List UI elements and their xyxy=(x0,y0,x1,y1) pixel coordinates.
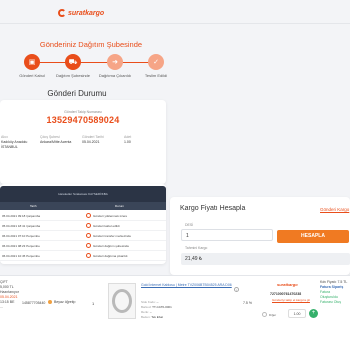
plus-icon[interactable]: + xyxy=(309,309,318,318)
tracking-panel: Gönderi Takip Numarası 13529470589024 Al… xyxy=(0,100,166,184)
cargo-tracking-code: 7271000761470238 xyxy=(270,292,302,296)
meta-key: Beden: xyxy=(141,315,151,319)
movement-status: Gönderi dağıtım şubesinde xyxy=(93,244,130,248)
movement-date: 06.04.2021 08:23 Perşembe xyxy=(2,244,40,248)
tracking-number-label: Gönderi Takip Numarası xyxy=(64,110,102,114)
order-summary: ÇIFT 5,000 TL Hazırlanıyor 05.04.2021 13… xyxy=(0,280,19,310)
table-row: 06.04.2021 08:23 Perşembe Gönderi dağıtı… xyxy=(0,241,166,251)
status-title: Gönderi Durumu xyxy=(47,89,107,98)
check-icon: ✓ xyxy=(148,54,164,70)
info-value: 1.00 xyxy=(124,140,131,144)
calculator-link[interactable]: Gönderi Kargo xyxy=(320,207,349,212)
info-origin: Çıkış Şubesi Ankara/Mitte Acenta xyxy=(40,135,71,145)
step-out-for-delivery: ➜ Dağıtıma Çıkarıldı xyxy=(95,54,135,78)
cable-coil-icon xyxy=(112,289,132,313)
result-label: Tahmini Kargo xyxy=(185,246,208,250)
cargo-brand-logo: suratkargo xyxy=(277,282,298,287)
order-quantity: 1 xyxy=(92,301,95,306)
info-recipient: Alıcı Kadıköy Anadolu İSTANBUL xyxy=(1,135,27,150)
truck-icon: ⛟ xyxy=(65,54,81,70)
meta-key: Stok Kodu: xyxy=(141,300,156,304)
info-icon[interactable]: i xyxy=(234,287,239,292)
meta-value: Tek Ebat xyxy=(151,315,163,319)
status-dot-icon xyxy=(48,300,52,304)
movement-date: 05.04.2021 09:18 Çarşamba xyxy=(2,214,41,218)
step-distribution-branch: ⛟ Dağıtım Şubesinde xyxy=(53,54,93,78)
order-row: ÇIFT 5,000 TL Hazırlanıyor 05.04.2021 13… xyxy=(0,275,350,350)
meta-value: -- xyxy=(149,310,152,314)
step-label: Dağıtıma Çıkarıldı xyxy=(98,73,132,78)
desi-label: DESİ xyxy=(185,223,194,227)
table-row: 06.04.2021 10:45 Perşembe Gönderi dağıtı… xyxy=(0,251,166,261)
movement-status: Gönderi yüklenmek üzere xyxy=(93,214,128,218)
logo-mark-icon xyxy=(58,9,66,17)
movements-header: Hareketler Sıralaması KAYSERİ/KBA xyxy=(0,186,166,202)
route-icon: ➜ xyxy=(107,54,123,70)
movement-status: Gönderi transfer merkezinde xyxy=(93,234,132,238)
meta-value: -- xyxy=(156,300,159,304)
column-status: Durum xyxy=(115,204,125,208)
step-label: Dağıtım Şubesinde xyxy=(55,73,91,78)
info-value: Ankara/Mitte Acenta xyxy=(40,140,72,144)
movements-columns: Tarih Durum xyxy=(0,202,166,210)
status-icon xyxy=(86,243,91,248)
info-date: Gönderi Tarihi 05.04.2021 xyxy=(82,135,104,145)
other-radio-label: Diğer xyxy=(269,313,277,317)
info-value: 05.04.2021 xyxy=(82,140,100,144)
movement-date: 06.04.2021 07:10 Perşembe xyxy=(2,234,40,238)
price-input[interactable]: 1.00 xyxy=(288,309,306,318)
status-icon xyxy=(86,233,91,238)
shipment-info: Alıcı Kadıköy Anadolu İSTANBUL Çıkış Şub… xyxy=(0,135,160,155)
table-row: 05.04.2021 18:41 Çarşamba Gönderi kabul … xyxy=(0,221,166,231)
column-date: Tarih xyxy=(30,204,37,208)
tracking-number: 13529470589024 xyxy=(46,115,120,125)
info-value: İSTANBUL xyxy=(1,145,18,149)
invoice-info: Kdv Fiyatı: 7.5 TL Fatura Sipariş Fatura… xyxy=(320,280,347,305)
movement-status: Gönderi kabul edildi xyxy=(93,224,120,228)
step-delivered: ✓ Teslim Edildi xyxy=(136,54,176,78)
header-divider xyxy=(0,23,350,24)
result-value: 21,49 ₺ xyxy=(181,253,350,265)
invoice-create-link[interactable]: Faturası Oluş xyxy=(320,300,347,305)
calculate-button[interactable]: HESAPLA xyxy=(277,230,349,243)
calculator-title: Kargo Fiyatı Hesapla xyxy=(180,205,246,212)
movements-header-text: Hareketler Sıralaması KAYSERİ/KBA xyxy=(58,192,108,196)
logo-text: suratkargo xyxy=(68,9,105,17)
order-summary-line: ... xyxy=(0,305,3,309)
status-icon xyxy=(86,253,91,258)
table-row: 05.04.2021 09:18 Çarşamba Gönderi yüklen… xyxy=(0,211,166,221)
desi-input[interactable]: 1 xyxy=(181,229,273,241)
order-status-text: Beyaz öğretip xyxy=(54,300,76,304)
movement-status: Gönderi dağıtıma çıkarıldı xyxy=(93,254,128,258)
meta-key: Renk: xyxy=(141,310,149,314)
movement-date: 06.04.2021 10:45 Perşembe xyxy=(2,254,40,258)
meta-value: TT-CAT6-0001 xyxy=(152,305,172,309)
product-title-link[interactable]: Gold İnternet Kablosu | Metre TVZ006BTB0… xyxy=(141,283,233,288)
tax-percent: 7.5 % xyxy=(243,301,252,305)
step-label: Teslim Edildi xyxy=(144,73,168,78)
meta-key: Barkod: xyxy=(141,305,152,309)
shipment-heading: Gönderiniz Dağıtım Şubesinde xyxy=(39,40,143,49)
status-icon xyxy=(86,213,91,218)
product-meta: Stok Kodu: -- Barkod: TT-CAT6-0001 Renk:… xyxy=(141,300,172,320)
brand-logo[interactable]: suratkargo xyxy=(58,9,104,17)
progress-steps: ▣ Gönderi Kabul ⛟ Dağıtım Şubesinde ➜ Da… xyxy=(8,54,178,84)
status-icon xyxy=(86,223,91,228)
order-status: Beyaz öğretip xyxy=(48,300,75,304)
movements-panel: Hareketler Sıralaması KAYSERİ/KBA Tarih … xyxy=(0,184,166,264)
step-label: Gönderi Kabul xyxy=(19,73,45,78)
table-row: 06.04.2021 07:10 Perşembe Gönderi transf… xyxy=(0,231,166,241)
box-icon: ▣ xyxy=(24,54,40,70)
order-code[interactable]: 145877705440 xyxy=(22,301,45,305)
cargo-tracking-link[interactable]: Gönderiyi takip et kargo'a git xyxy=(272,298,310,302)
movement-date: 05.04.2021 18:41 Çarşamba xyxy=(2,224,41,228)
step-accepted: ▣ Gönderi Kabul xyxy=(12,54,52,78)
other-radio[interactable] xyxy=(262,312,267,317)
info-count: Adet 1.00 xyxy=(124,135,131,145)
